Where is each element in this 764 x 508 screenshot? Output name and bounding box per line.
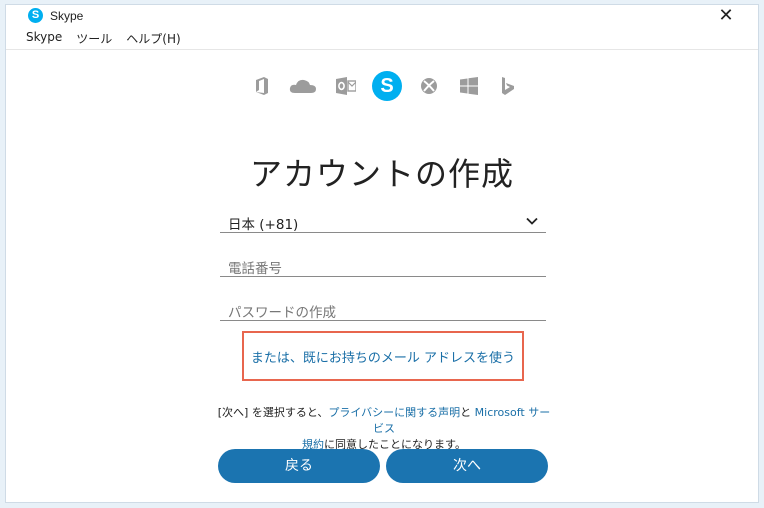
window-title: Skype [50, 9, 84, 23]
phone-number-placeholder: 電話番号 [228, 261, 282, 277]
bing-icon [498, 71, 518, 101]
close-button[interactable]: ✕ [716, 5, 736, 27]
terms-and: と [460, 406, 472, 419]
outlook-icon [334, 71, 358, 101]
menu-divider [6, 49, 758, 50]
menu-bar: Skype ツール ヘルプ(H) [26, 30, 181, 47]
xbox-icon [418, 71, 440, 101]
windows-icon [458, 71, 480, 101]
skype-icon: S [372, 71, 402, 101]
country-select[interactable]: 日本 (+81) [220, 211, 546, 233]
menu-help[interactable]: ヘルプ(H) [126, 30, 180, 47]
password-input[interactable]: パスワードの作成 [220, 299, 546, 321]
next-button[interactable]: 次へ [386, 449, 548, 483]
chevron-down-icon [526, 217, 538, 225]
terms-prefix: [次へ] を選択すると、 [217, 406, 329, 419]
menu-tools[interactable]: ツール [76, 30, 112, 47]
microsoft-product-icons: S [252, 71, 522, 101]
office-icon [252, 71, 272, 101]
back-button[interactable]: 戻る [218, 449, 380, 483]
skype-app-icon: S [28, 8, 43, 23]
terms-notice: [次へ] を選択すると、プライバシーに関する声明と Microsoft サービス… [216, 405, 552, 453]
page-title: アカウントの作成 [249, 155, 514, 193]
phone-number-input[interactable]: 電話番号 [220, 255, 546, 277]
highlight-box: または、既にお持ちのメール アドレスを使う [242, 331, 524, 381]
privacy-statement-link[interactable]: プライバシーに関する声明 [328, 406, 460, 419]
title-bar: S Skype ✕ [6, 5, 758, 29]
use-existing-email-link[interactable]: または、既にお持ちのメール アドレスを使う [244, 347, 522, 366]
password-placeholder: パスワードの作成 [228, 305, 336, 321]
country-value: 日本 (+81) [228, 217, 299, 233]
skype-window: S Skype ✕ Skype ツール ヘルプ(H) S アカウントの作成 日本… [5, 4, 759, 503]
onedrive-icon [288, 71, 318, 101]
menu-skype[interactable]: Skype [26, 30, 62, 47]
